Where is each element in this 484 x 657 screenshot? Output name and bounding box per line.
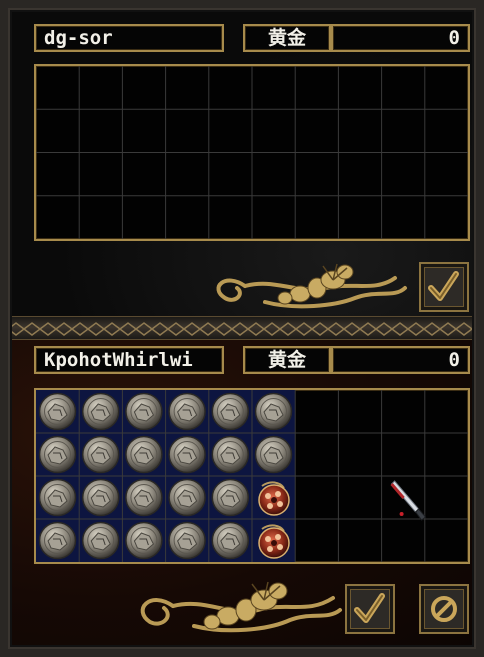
player-cancel-button[interactable] [419,584,469,634]
stone-icon[interactable] [38,521,77,560]
cancel-icon [431,596,457,622]
stone-icon[interactable] [38,392,77,431]
partner-gold-label-box: 黄金 [243,24,331,52]
stone-icon[interactable] [168,521,206,560]
stone-icon[interactable] [125,521,163,560]
player-name: KpohotWhirlwi [44,349,193,371]
stone-icon[interactable] [81,521,120,560]
partner-gold-field[interactable]: 0 [331,24,470,52]
player-name-field: KpohotWhirlwi [34,346,224,374]
trade-window: dg-sor 黄金 0 KpohotWhirlwi 黄金 0 [0,0,484,657]
divider-pattern [8,322,473,336]
partner-gold-label: 黄金 [267,27,306,49]
stone-icon[interactable] [211,478,250,517]
player-gold-label-box: 黄金 [243,346,331,374]
player-gold-value: 0 [448,349,460,371]
player-ornament [140,581,342,633]
player-grid-contents [36,390,468,562]
partner-ornament [216,263,407,309]
stone-icon[interactable] [81,435,120,474]
stone-icon[interactable] [168,478,206,517]
panel-divider [8,316,476,340]
player-inventory-grid[interactable] [34,388,470,564]
stone-icon[interactable] [125,392,163,431]
stone-icon[interactable] [211,435,250,474]
partner-name-field: dg-sor [34,24,224,52]
stone-icon[interactable] [125,478,163,517]
checkmark-icon [354,593,385,623]
stone-icon[interactable] [168,435,206,474]
stone-icon[interactable] [254,392,293,431]
stone-icon[interactable] [168,392,206,431]
partner-gold-value: 0 [448,27,460,49]
stone-icon[interactable] [125,435,163,474]
stone-icon[interactable] [38,435,77,474]
player-accept-button[interactable] [345,584,395,634]
throwing-knife-icon[interactable] [390,480,427,521]
stone-icon[interactable] [81,392,120,431]
stone-icon[interactable] [38,478,77,517]
checkmark-icon [428,271,459,301]
partner-grid-lines [36,66,468,239]
stone-icon[interactable] [211,521,250,560]
partner-name: dg-sor [44,27,113,49]
player-gold-field[interactable]: 0 [331,346,470,374]
stone-icon[interactable] [81,478,120,517]
partner-inventory-grid[interactable] [34,64,470,241]
stone-icon[interactable] [211,392,250,431]
player-gold-label: 黄金 [267,349,306,371]
stone-icon[interactable] [254,435,293,474]
partner-accept-button[interactable] [419,262,469,312]
